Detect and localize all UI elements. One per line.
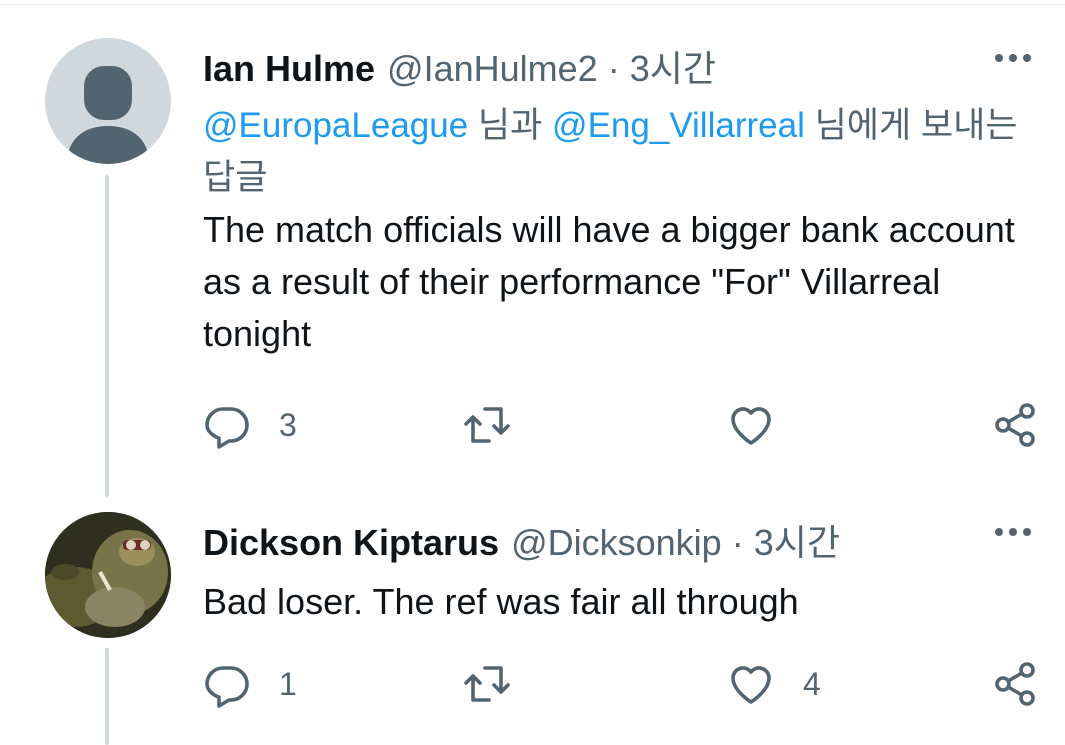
like-button[interactable] bbox=[727, 401, 803, 449]
reply-count: 3 bbox=[279, 406, 297, 443]
reply-context-text: 님과 bbox=[468, 106, 553, 145]
avatar-photo[interactable] bbox=[45, 512, 171, 638]
tweet-2[interactable]: Dickson Kiptarus @Dicksonkip · 3시간 Bad l… bbox=[203, 514, 1065, 628]
tweet-actions: 1 4 bbox=[203, 660, 1043, 710]
thread-line bbox=[105, 175, 109, 497]
thread-line bbox=[105, 648, 109, 745]
avatar-default[interactable] bbox=[45, 38, 171, 164]
top-divider bbox=[0, 4, 1065, 5]
mention-link[interactable]: @EuropaLeague bbox=[203, 106, 468, 145]
like-button[interactable]: 4 bbox=[727, 660, 821, 708]
user-photo-icon bbox=[45, 512, 171, 638]
more-icon bbox=[995, 54, 1003, 62]
user-handle[interactable]: @Dicksonkip bbox=[511, 522, 722, 564]
tweet-text: Bad loser. The ref was fair all through bbox=[203, 581, 799, 622]
retweet-icon bbox=[464, 666, 510, 702]
timestamp[interactable]: 3시간 bbox=[630, 40, 716, 92]
tweet-header: Ian Hulme @IanHulme2 · 3시간 bbox=[203, 40, 1065, 92]
mention-link[interactable]: @Eng_Villarreal bbox=[552, 106, 805, 145]
more-icon bbox=[995, 528, 1003, 536]
more-button[interactable] bbox=[995, 54, 1031, 62]
user-handle[interactable]: @IanHulme2 bbox=[387, 48, 598, 90]
retweet-icon bbox=[464, 407, 510, 443]
reply-icon bbox=[205, 666, 249, 708]
share-icon bbox=[995, 662, 1035, 706]
retweet-button[interactable] bbox=[463, 660, 539, 708]
tweet-header: Dickson Kiptarus @Dicksonkip · 3시간 bbox=[203, 514, 1065, 566]
tweet-actions: 3 bbox=[203, 401, 1043, 451]
tweet-text: The match officials will have a bigger b… bbox=[203, 209, 1015, 354]
share-button[interactable] bbox=[991, 660, 1039, 708]
share-icon bbox=[995, 403, 1035, 447]
reply-button[interactable]: 1 bbox=[203, 660, 297, 708]
share-button[interactable] bbox=[991, 401, 1039, 449]
separator-dot: · bbox=[731, 522, 744, 563]
like-count: 4 bbox=[803, 665, 821, 702]
default-avatar-icon bbox=[67, 66, 149, 164]
separator-dot: · bbox=[607, 48, 620, 89]
more-button[interactable] bbox=[995, 528, 1031, 536]
heart-icon bbox=[731, 666, 771, 704]
heart-icon bbox=[731, 407, 771, 445]
reply-icon bbox=[205, 407, 249, 449]
reply-button[interactable]: 3 bbox=[203, 401, 297, 449]
timestamp[interactable]: 3시간 bbox=[754, 514, 840, 566]
display-name[interactable]: Dickson Kiptarus bbox=[203, 522, 499, 564]
reply-count: 1 bbox=[279, 665, 297, 702]
retweet-button[interactable] bbox=[463, 401, 539, 449]
reply-context: @EuropaLeague 님과 @Eng_Villarreal 님에게 보내는… bbox=[203, 100, 1023, 204]
tweet-1[interactable]: Ian Hulme @IanHulme2 · 3시간 @EuropaLeague… bbox=[203, 40, 1065, 360]
display-name[interactable]: Ian Hulme bbox=[203, 48, 375, 90]
